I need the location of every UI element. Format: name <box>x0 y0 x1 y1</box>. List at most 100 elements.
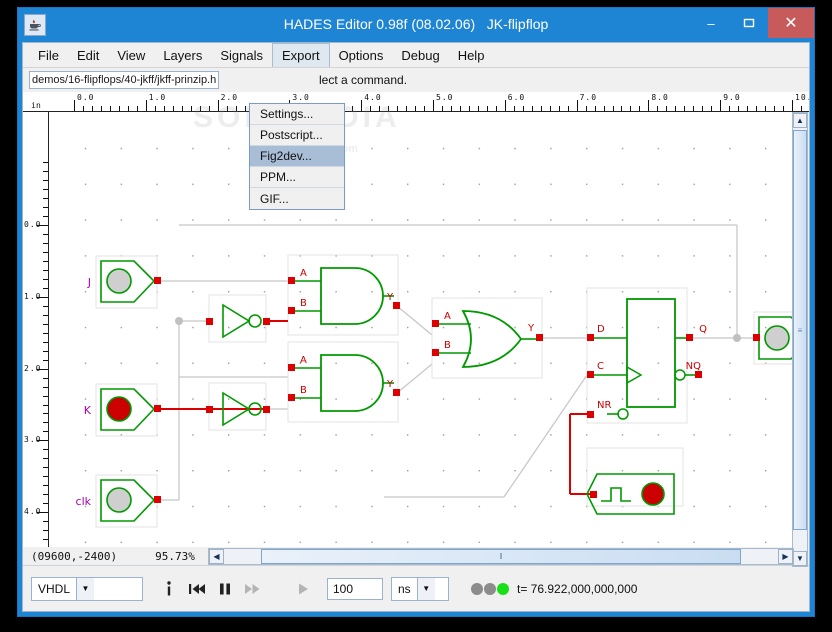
menu-export[interactable]: Export <box>271 43 330 67</box>
title-bar: HADES Editor 0.98f (08.02.06) JK-flipflo… <box>18 8 814 42</box>
minimize-button[interactable]: – <box>692 8 730 38</box>
chevron-down-icon[interactable]: ▼ <box>416 577 435 600</box>
time-unit-select[interactable]: ns ▼ <box>391 576 449 601</box>
ruler-tick-minor <box>43 171 48 172</box>
ruler-label: 10.0 <box>795 93 809 102</box>
play-icon[interactable] <box>289 574 317 604</box>
ruler-tick-minor <box>621 106 623 111</box>
schematic-canvas[interactable]: J K clk A B Y A B Y A B Y D C NR Q NQ <box>49 112 794 567</box>
svg-text:NR: NR <box>597 400 611 411</box>
ruler-tick-minor <box>43 288 48 289</box>
language-select[interactable]: VHDL ▼ <box>31 576 143 601</box>
scroll-grip-icon: ≡ <box>797 325 803 335</box>
ruler-tick-major <box>576 100 578 111</box>
client-area: File Edit View Layers Signals Export Opt… <box>22 42 810 612</box>
ruler-tick-minor <box>594 106 596 111</box>
ruler-tick-minor <box>666 106 668 111</box>
ruler-label: 5.0 <box>436 93 454 102</box>
ruler-label: 4.0 <box>24 507 42 517</box>
export-menu-item-gif[interactable]: GIF... <box>250 188 344 209</box>
svg-text:Q: Q <box>699 324 707 335</box>
pause-icon[interactable] <box>211 574 239 604</box>
scroll-down-button[interactable]: ▼ <box>793 551 807 566</box>
maximize-button[interactable] <box>730 8 768 38</box>
ruler-tick-minor <box>43 243 48 244</box>
horizontal-scrollbar[interactable]: ◀ ‖ ▶ <box>208 548 794 565</box>
ruler-tick-minor <box>154 106 156 111</box>
ruler-tick-minor <box>43 306 48 307</box>
ruler-tick-minor <box>379 106 381 111</box>
ruler-tick-minor <box>43 405 48 406</box>
ruler-tick-minor <box>424 106 426 111</box>
menu-layers[interactable]: Layers <box>154 43 211 67</box>
export-dropdown-menu[interactable]: Settings... Postscript... Fig2dev... PPM… <box>249 103 345 210</box>
scroll-up-button[interactable]: ▲ <box>793 113 807 128</box>
simulation-time: t= 76.922,000,000,000 <box>517 581 638 596</box>
ruler-tick-major <box>720 100 722 111</box>
ruler-tick-minor <box>43 360 48 361</box>
svg-text:D: D <box>597 324 605 335</box>
ruler-tick-minor <box>540 106 542 111</box>
ruler-tick-minor <box>190 106 192 111</box>
ruler-tick-minor <box>43 521 48 522</box>
menu-debug[interactable]: Debug <box>392 43 448 67</box>
ruler-tick-major <box>74 100 75 111</box>
ruler-tick-minor <box>127 106 129 111</box>
ruler-tick-minor <box>43 198 48 199</box>
svg-text:NQ: NQ <box>686 361 701 372</box>
ruler-tick-minor <box>522 106 524 111</box>
file-path-field[interactable]: demos/16-flipflops/40-jkff/jkff-prinzip.… <box>29 71 219 89</box>
ruler-tick-major <box>361 100 363 111</box>
export-menu-item-fig2dev[interactable]: Fig2dev... <box>250 146 344 167</box>
step-size-input[interactable]: 100 <box>327 577 383 600</box>
scroll-right-button[interactable]: ▶ <box>778 549 793 564</box>
scroll-left-button[interactable]: ◀ <box>209 549 224 564</box>
horizontal-scroll-thumb[interactable]: ‖ <box>261 549 741 564</box>
ruler-tick-minor <box>163 106 165 111</box>
svg-text:B: B <box>300 298 307 309</box>
ruler-tick-minor <box>397 106 399 111</box>
status-led-1 <box>471 582 483 595</box>
vertical-scroll-thumb[interactable]: ≡ <box>793 130 807 530</box>
ruler-tick-minor <box>370 106 372 111</box>
close-button[interactable]: ✕ <box>768 8 814 38</box>
ruler-tick-major <box>145 100 147 111</box>
ruler-label: 8.0 <box>651 93 669 102</box>
export-menu-item-postscript[interactable]: Postscript... <box>250 125 344 146</box>
ruler-tick-major <box>217 100 219 111</box>
menu-edit[interactable]: Edit <box>68 43 108 67</box>
ruler-tick-minor <box>43 422 48 423</box>
ruler-label: 0.0 <box>24 220 42 229</box>
ruler-tick-major <box>504 100 506 111</box>
ruler-tick-minor <box>43 342 48 343</box>
svg-text:B: B <box>300 385 307 396</box>
svg-text:C: C <box>597 361 604 372</box>
menu-help[interactable]: Help <box>449 43 494 67</box>
ruler-tick-minor <box>495 106 497 111</box>
svg-text:A: A <box>300 355 307 366</box>
chevron-down-icon[interactable]: ▼ <box>76 577 95 600</box>
ruler-label: 1.0 <box>24 291 42 301</box>
ruler-tick-minor <box>208 106 210 111</box>
ruler-tick-minor <box>109 106 111 111</box>
ruler-tick-minor <box>244 106 246 111</box>
menu-file[interactable]: File <box>29 43 68 67</box>
vertical-scrollbar[interactable]: ▲ ≡ ▼ <box>792 112 808 567</box>
menu-signals[interactable]: Signals <box>211 43 272 67</box>
ruler-tick-minor <box>406 106 408 111</box>
ruler-tick-minor <box>172 106 174 111</box>
rewind-to-start-icon[interactable] <box>183 574 211 604</box>
export-menu-item-settings[interactable]: Settings... <box>250 104 344 125</box>
ruler-tick-minor <box>756 106 758 111</box>
info-icon[interactable] <box>155 574 183 604</box>
fast-forward-icon[interactable] <box>239 574 267 604</box>
menu-view[interactable]: View <box>108 43 154 67</box>
menu-options[interactable]: Options <box>330 43 393 67</box>
status-hint: lect a command. <box>319 73 408 87</box>
simulation-control-bar: VHDL ▼ 100 ns ▼ t= 76.922,000,000,000 <box>23 565 809 611</box>
ruler-tick-minor <box>450 106 452 111</box>
ruler-tick-minor <box>43 333 48 334</box>
svg-text:A: A <box>300 268 307 279</box>
status-led-2 <box>484 582 496 595</box>
export-menu-item-ppm[interactable]: PPM... <box>250 167 344 188</box>
